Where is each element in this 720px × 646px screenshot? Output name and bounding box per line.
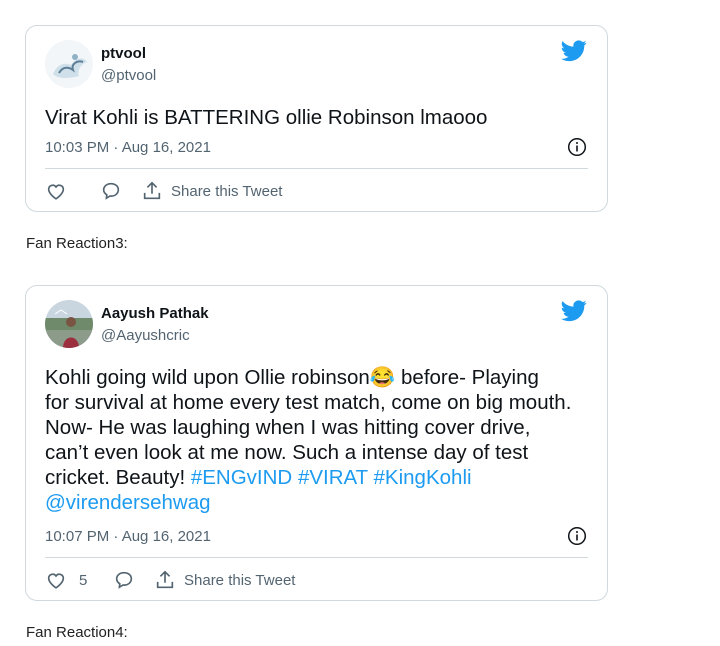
user-handle[interactable]: @Aayushcric [101, 327, 190, 344]
caption-fan-reaction-3: Fan Reaction3: [26, 235, 128, 252]
share-tweet-link[interactable]: Share this Tweet [184, 572, 295, 589]
twitter-bird-icon[interactable] [561, 300, 587, 322]
display-name[interactable]: Aayush Pathak [101, 305, 209, 322]
divider [45, 168, 588, 169]
divider [45, 557, 588, 558]
hashtag-link[interactable]: #KingKohli [374, 466, 472, 489]
tweet-text: Kohli going wild upon Ollie robinson😂 be… [45, 366, 572, 514]
tweet-card-aayush[interactable]: Aayush Pathak @Aayushcric Kohli going wi… [25, 285, 608, 601]
twitter-bird-icon[interactable] [561, 40, 587, 62]
tweet-card-ptvool[interactable]: ptvool @ptvool Virat Kohli is BATTERING … [25, 25, 608, 212]
reply-icon[interactable] [113, 569, 135, 591]
face-with-tears-of-joy-emoji: 😂 [369, 366, 396, 389]
hashtag-link[interactable]: #VIRAT [298, 466, 368, 489]
avatar[interactable] [45, 40, 93, 88]
caption-fan-reaction-4: Fan Reaction4: [26, 624, 128, 641]
info-icon[interactable] [567, 137, 587, 157]
share-icon[interactable] [154, 569, 176, 591]
info-icon[interactable] [567, 526, 587, 546]
hashtag-link[interactable]: #ENGvIND [191, 466, 292, 489]
heart-icon[interactable] [45, 180, 67, 202]
avatar[interactable] [45, 300, 93, 348]
tweet-timestamp[interactable]: 10:07 PM · Aug 16, 2021 [45, 528, 211, 545]
share-tweet-link[interactable]: Share this Tweet [171, 183, 282, 200]
action-bar: Share this Tweet [45, 179, 282, 203]
display-name[interactable]: ptvool [101, 45, 146, 62]
tweet-text: Virat Kohli is BATTERING ollie Robinson … [45, 106, 488, 129]
heart-icon[interactable] [45, 569, 67, 591]
mention-link[interactable]: @virendersehwag [45, 491, 211, 514]
like-count: 5 [79, 571, 88, 589]
action-bar: 5 Share this Tweet [45, 568, 295, 592]
tweet-timestamp[interactable]: 10:03 PM · Aug 16, 2021 [45, 139, 211, 156]
share-icon[interactable] [141, 180, 163, 202]
user-handle[interactable]: @ptvool [101, 67, 156, 84]
reply-icon[interactable] [100, 180, 122, 202]
